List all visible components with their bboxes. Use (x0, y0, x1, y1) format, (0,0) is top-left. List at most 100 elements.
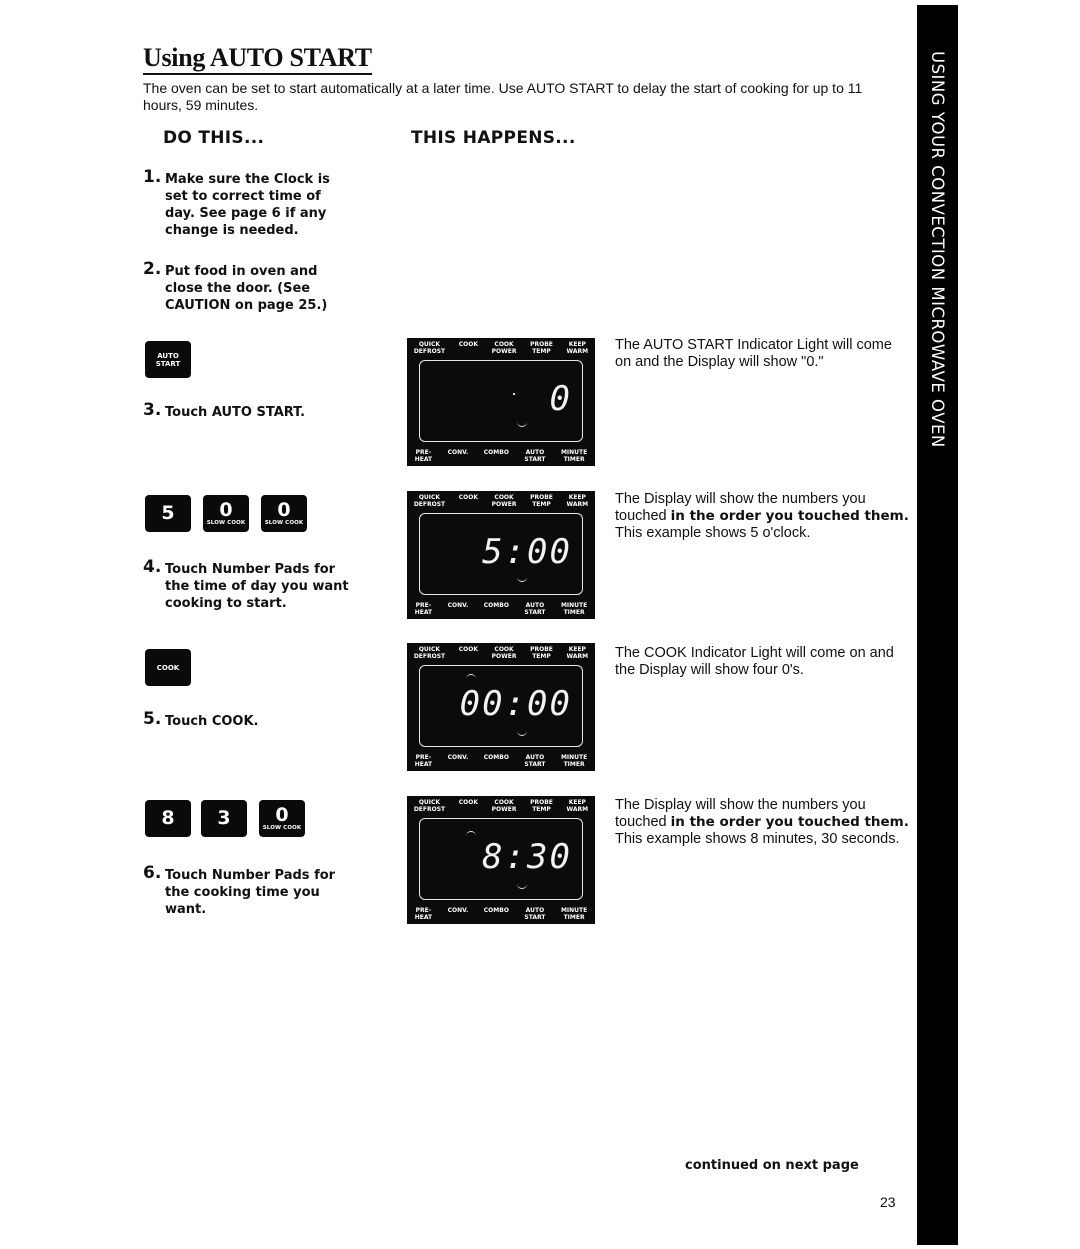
indicator-label-line: START (524, 608, 546, 616)
key-digit: 0 (277, 499, 291, 521)
key-digit: 8 (161, 807, 175, 829)
display-bottom-labels: PRE- HEAT CONV. COMBO AUTO START MINUTE TIMER (407, 754, 595, 769)
step-text: Touch COOK. (165, 714, 259, 729)
this-happens-heading: THIS HAPPENS... (411, 128, 576, 148)
indicator-label: COOK POWER (491, 341, 517, 355)
indicator-label: COMBO (484, 449, 509, 464)
step-number: 3. (143, 400, 162, 420)
step-number: 5. (143, 709, 162, 729)
indicator-label: AUTO START (524, 907, 545, 921)
indicator-label-line: POWER (491, 652, 517, 660)
indicator-label-line: TIMER (563, 455, 585, 463)
description-1: The AUTO START Indicator Light will come… (615, 337, 910, 371)
cook-indicator (466, 831, 476, 837)
number-pad-0[interactable]: 0 SLOW COOK (261, 495, 307, 532)
display-screen: 8:30 (419, 818, 583, 900)
indicator-label: MINUTE TIMER (561, 754, 587, 768)
key-sublabel: SLOW COOK (206, 520, 246, 526)
indicator-label: COOK POWER (491, 646, 517, 660)
indicator-label: COOK POWER (492, 799, 517, 813)
indicator-label: COOK (459, 799, 478, 813)
oven-display-1: QUICK DEFROST COOK COOK POWER PROBE TEMP KEEP W… (407, 338, 595, 466)
page-number: 23 (880, 1194, 896, 1210)
indicator-label-line (484, 762, 509, 769)
indicator-label-line: DEFROST (413, 805, 446, 813)
description-4: The Display will show the numbers you to… (615, 797, 910, 848)
auto-start-key[interactable]: AUTO START (145, 341, 191, 378)
step-2: 2. Put food in oven and close the door. … (143, 259, 343, 314)
step-5: 5. Touch COOK. (143, 709, 353, 730)
indicator-label: KEEP WARM (566, 494, 589, 508)
indicator-label-line (448, 762, 469, 769)
step-4: 4. Touch Number Pads for the time of day… (143, 557, 353, 612)
cook-indicator (466, 674, 476, 680)
step-number: 4. (143, 557, 162, 577)
indicator-label: COOK (459, 341, 478, 355)
indicator-label: COMBO (484, 754, 509, 769)
indicator-label: CONV. (448, 907, 469, 921)
indicator-label: MINUTE TIMER (561, 602, 587, 616)
indicator-label-line: WARM (566, 500, 589, 508)
oven-display-4: QUICK DEFROST COOK COOK POWER PROBE TEMP KEEP W… (407, 796, 595, 924)
number-pad-3[interactable]: 3 (201, 800, 247, 837)
number-pad-5[interactable]: 5 (145, 495, 191, 532)
key-label: START (155, 359, 181, 368)
indicator-label: COOK (459, 494, 478, 509)
step-text: Touch Number Pads for the time of day yo… (165, 562, 349, 611)
section-tab-label: USING YOUR CONVECTION MICROWAVE OVEN (928, 51, 947, 448)
indicator-label-line: DEFROST (413, 347, 446, 355)
indicator-label: AUTO START (524, 754, 545, 768)
do-this-heading: DO THIS... (163, 128, 265, 148)
indicator-label: PROBE TEMP (530, 799, 553, 813)
indicator-label-line: TIMER (563, 913, 585, 921)
display-top-labels: QUICK DEFROST COOK COOK POWER PROBE TEMP KEEP W… (407, 494, 595, 509)
indicator-label: CONV. (448, 602, 469, 616)
step-text: Touch AUTO START. (165, 405, 306, 420)
indicator-label: CONV. (448, 449, 469, 463)
step-number: 6. (143, 863, 162, 883)
indicator-label-line: TIMER (563, 760, 585, 768)
cook-key[interactable]: COOK (145, 649, 191, 686)
indicator-label: PROBE TEMP (530, 494, 553, 508)
number-pad-0[interactable]: 0 SLOW COOK (203, 495, 249, 532)
key-digit: 0 (275, 804, 289, 826)
indicator-label: KEEP WARM (566, 799, 589, 813)
indicator-label: QUICK DEFROST (413, 646, 446, 660)
number-pad-8[interactable]: 8 (145, 800, 191, 837)
indicator-label-line: HEAT (414, 913, 433, 921)
description-text: The AUTO START Indicator Light will come… (615, 337, 892, 370)
indicator-label-line: WARM (566, 805, 589, 813)
indicator-label-line (484, 457, 509, 464)
step-text: Make sure the Clock is set to correct ti… (165, 172, 330, 238)
indicator-label: COMBO (484, 602, 509, 617)
display-screen: 5:00 (419, 513, 583, 595)
indicator-label: KEEP WARM (567, 341, 589, 355)
display-readout: 5:00 (482, 532, 572, 572)
indicator-label-line: DEFROST (413, 652, 446, 660)
indicator-label: COOK POWER (492, 494, 517, 508)
description-text: This example shows 5 o'clock. (615, 525, 811, 541)
display-bottom-labels: PRE- HEAT CONV. COMBO AUTO START MINUTE TIMER (407, 907, 595, 921)
indicator-label-line (484, 610, 509, 617)
display-top-labels: QUICK DEFROST COOK COOK POWER PROBE TEMP KEEP W… (407, 341, 595, 355)
colon-dot (513, 393, 515, 395)
number-pad-0[interactable]: 0 SLOW COOK (259, 800, 305, 837)
indicator-label: COMBO (484, 907, 509, 921)
key-label: COOK (156, 663, 180, 672)
indicator-label-line: DEFROST (413, 500, 446, 508)
display-top-labels: QUICK DEFROST COOK COOK POWER PROBE TEMP KEEP W… (407, 799, 595, 813)
indicator-label-line (459, 502, 478, 509)
indicator-label-line: POWER (491, 347, 517, 355)
indicator-label-line: HEAT (414, 455, 433, 463)
key-digit: 3 (217, 807, 231, 829)
indicator-label: PROBE TEMP (530, 646, 553, 660)
indicator-label-line: TEMP (532, 500, 551, 508)
step-number: 2. (143, 259, 162, 279)
display-readout: 00:00 (459, 684, 572, 724)
oven-display-3: QUICK DEFROST COOK COOK POWER PROBE TEMP KEEP W… (407, 643, 595, 771)
auto-start-indicator (517, 730, 527, 736)
indicator-label: COOK (459, 646, 478, 660)
indicator-label-line: HEAT (414, 760, 433, 768)
step-1: 1. Make sure the Clock is set to correct… (143, 169, 353, 239)
display-readout: 8:30 (482, 837, 572, 877)
